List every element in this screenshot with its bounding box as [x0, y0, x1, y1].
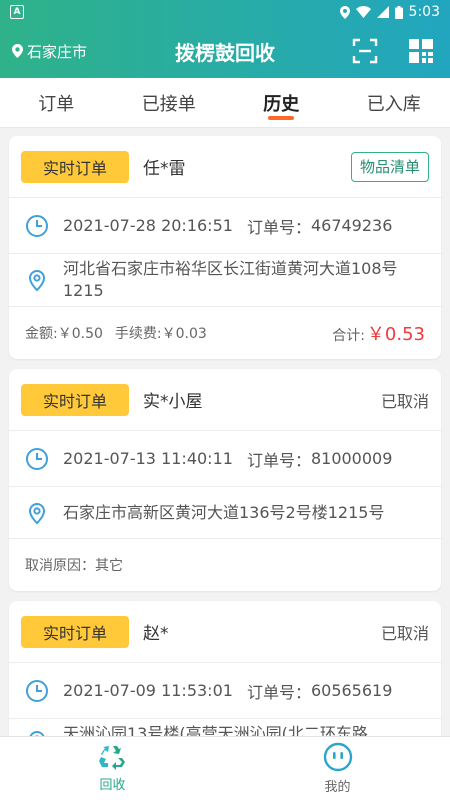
location-label: 石家庄市 [27, 42, 88, 61]
nav-item-mine[interactable]: 我的 [225, 737, 450, 800]
order-status: 已取消 [380, 391, 429, 411]
map-pin-icon [29, 731, 45, 736]
order-time: 2021-07-28 20:16:51 [63, 215, 233, 235]
order-time: 2021-07-09 11:53:01 [63, 680, 233, 700]
wifi-icon [355, 6, 371, 18]
location-selector[interactable]: 石家庄市 [12, 24, 87, 78]
order-time-row: 2021-07-28 20:16:51 订单号： 46749236 [9, 198, 441, 254]
customer-name: 实*小屋 [143, 392, 203, 412]
order-time-row: 2021-07-13 11:40:11 订单号： 81000009 [9, 431, 441, 487]
order-time: 2021-07-13 11:40:11 [63, 448, 233, 468]
clock-icon [26, 214, 48, 237]
app-notification-icon: A [10, 5, 24, 19]
cancel-reason: 取消原因：其它 [25, 558, 123, 574]
nav-label-mine: 我的 [324, 780, 351, 795]
item-list-button[interactable]: 物品清单 [350, 151, 429, 182]
total-label: 合计: [332, 328, 365, 344]
map-pin-icon [28, 270, 46, 292]
scan-button[interactable] [352, 38, 378, 64]
amount-value: ￥0.50 [57, 326, 103, 342]
order-tabs: 订单 已接单 历史 已入库 [0, 78, 450, 128]
order-number-label: 订单号： [246, 217, 311, 237]
order-list[interactable]: 实时订单 任*雷 物品清单 2021-07-28 20:16:51 订单号： 4… [0, 128, 450, 736]
fee-value: ￥0.03 [161, 326, 207, 342]
app-header: 石家庄市 拨楞鼓回收 [0, 24, 450, 78]
order-address-row: 天洲沁园13号楼(高营天洲沁园(北二环东路 [9, 719, 441, 736]
category-grid-button[interactable] [408, 38, 434, 64]
smiley-icon [323, 742, 352, 772]
order-time-row: 2021-07-09 11:53:01 订单号： 60565619 [9, 663, 441, 719]
order-address: 天洲沁园13号楼(高营天洲沁园(北二环东路 [63, 724, 368, 736]
order-number-label: 订单号： [246, 450, 311, 470]
clock-icon [26, 679, 48, 702]
cancel-reason-row: 取消原因：其它 [9, 539, 441, 591]
order-number: 46749236 [310, 216, 393, 235]
battery-icon [394, 5, 403, 19]
order-amount-row: 金额: ￥0.50 手续费: ￥0.03 合计: ￥0.53 [9, 307, 441, 359]
order-number-label: 订单号： [246, 682, 311, 702]
order-address: 石家庄市高新区黄河大道136号2号楼1215号 [63, 502, 385, 522]
recycle-icon [98, 746, 125, 770]
order-status: 已取消 [380, 623, 429, 643]
bottom-nav: 回收 我的 [0, 736, 450, 800]
order-address-row: 河北省石家庄市裕华区长江街道黄河大道108号1215 [9, 254, 441, 307]
order-card[interactable]: 实时订单 实*小屋 已取消 2021-07-13 11:40:11 订单号： 8… [9, 369, 441, 591]
tab-orders[interactable]: 订单 [0, 78, 113, 127]
tab-active-indicator [268, 116, 295, 120]
order-card[interactable]: 实时订单 任*雷 物品清单 2021-07-28 20:16:51 订单号： 4… [9, 136, 441, 359]
order-card[interactable]: 实时订单 赵* 已取消 2021-07-09 11:53:01 订单号： 605… [9, 601, 441, 736]
total-value: ￥0.53 [366, 324, 425, 345]
nav-label-recycle: 回收 [99, 778, 126, 793]
nav-item-recycle[interactable]: 回收 [0, 737, 225, 800]
amount-label: 金额: [25, 326, 58, 342]
order-type-badge: 实时订单 [21, 383, 129, 416]
customer-name: 赵* [143, 624, 169, 644]
tab-accepted[interactable]: 已接单 [113, 78, 226, 127]
order-address: 河北省石家庄市裕华区长江街道黄河大道108号1215 [63, 259, 398, 300]
customer-name: 任*雷 [143, 159, 186, 179]
tab-history[interactable]: 历史 [225, 78, 338, 127]
status-icons: 5:03 [339, 4, 440, 20]
scan-icon [352, 38, 378, 64]
order-type-badge: 实时订单 [21, 150, 129, 183]
order-number: 81000009 [310, 449, 393, 468]
signal-icon [376, 6, 389, 18]
location-status-icon [339, 5, 350, 19]
location-pin-icon [12, 44, 23, 58]
order-card-header: 实时订单 赵* 已取消 [9, 601, 441, 663]
tab-stored[interactable]: 已入库 [338, 78, 450, 127]
order-card-header: 实时订单 实*小屋 已取消 [9, 369, 441, 431]
order-card-header: 实时订单 任*雷 物品清单 [9, 136, 441, 198]
status-time: 5:03 [408, 4, 440, 20]
order-type-badge: 实时订单 [21, 615, 129, 648]
fee-label: 手续费: [114, 326, 162, 342]
order-address-row: 石家庄市高新区黄河大道136号2号楼1215号 [9, 487, 441, 539]
grid-icon [409, 39, 433, 63]
map-pin-icon [28, 502, 46, 524]
clock-icon [26, 447, 48, 470]
status-bar: A 5:03 [0, 0, 450, 24]
order-number: 60565619 [310, 681, 393, 700]
